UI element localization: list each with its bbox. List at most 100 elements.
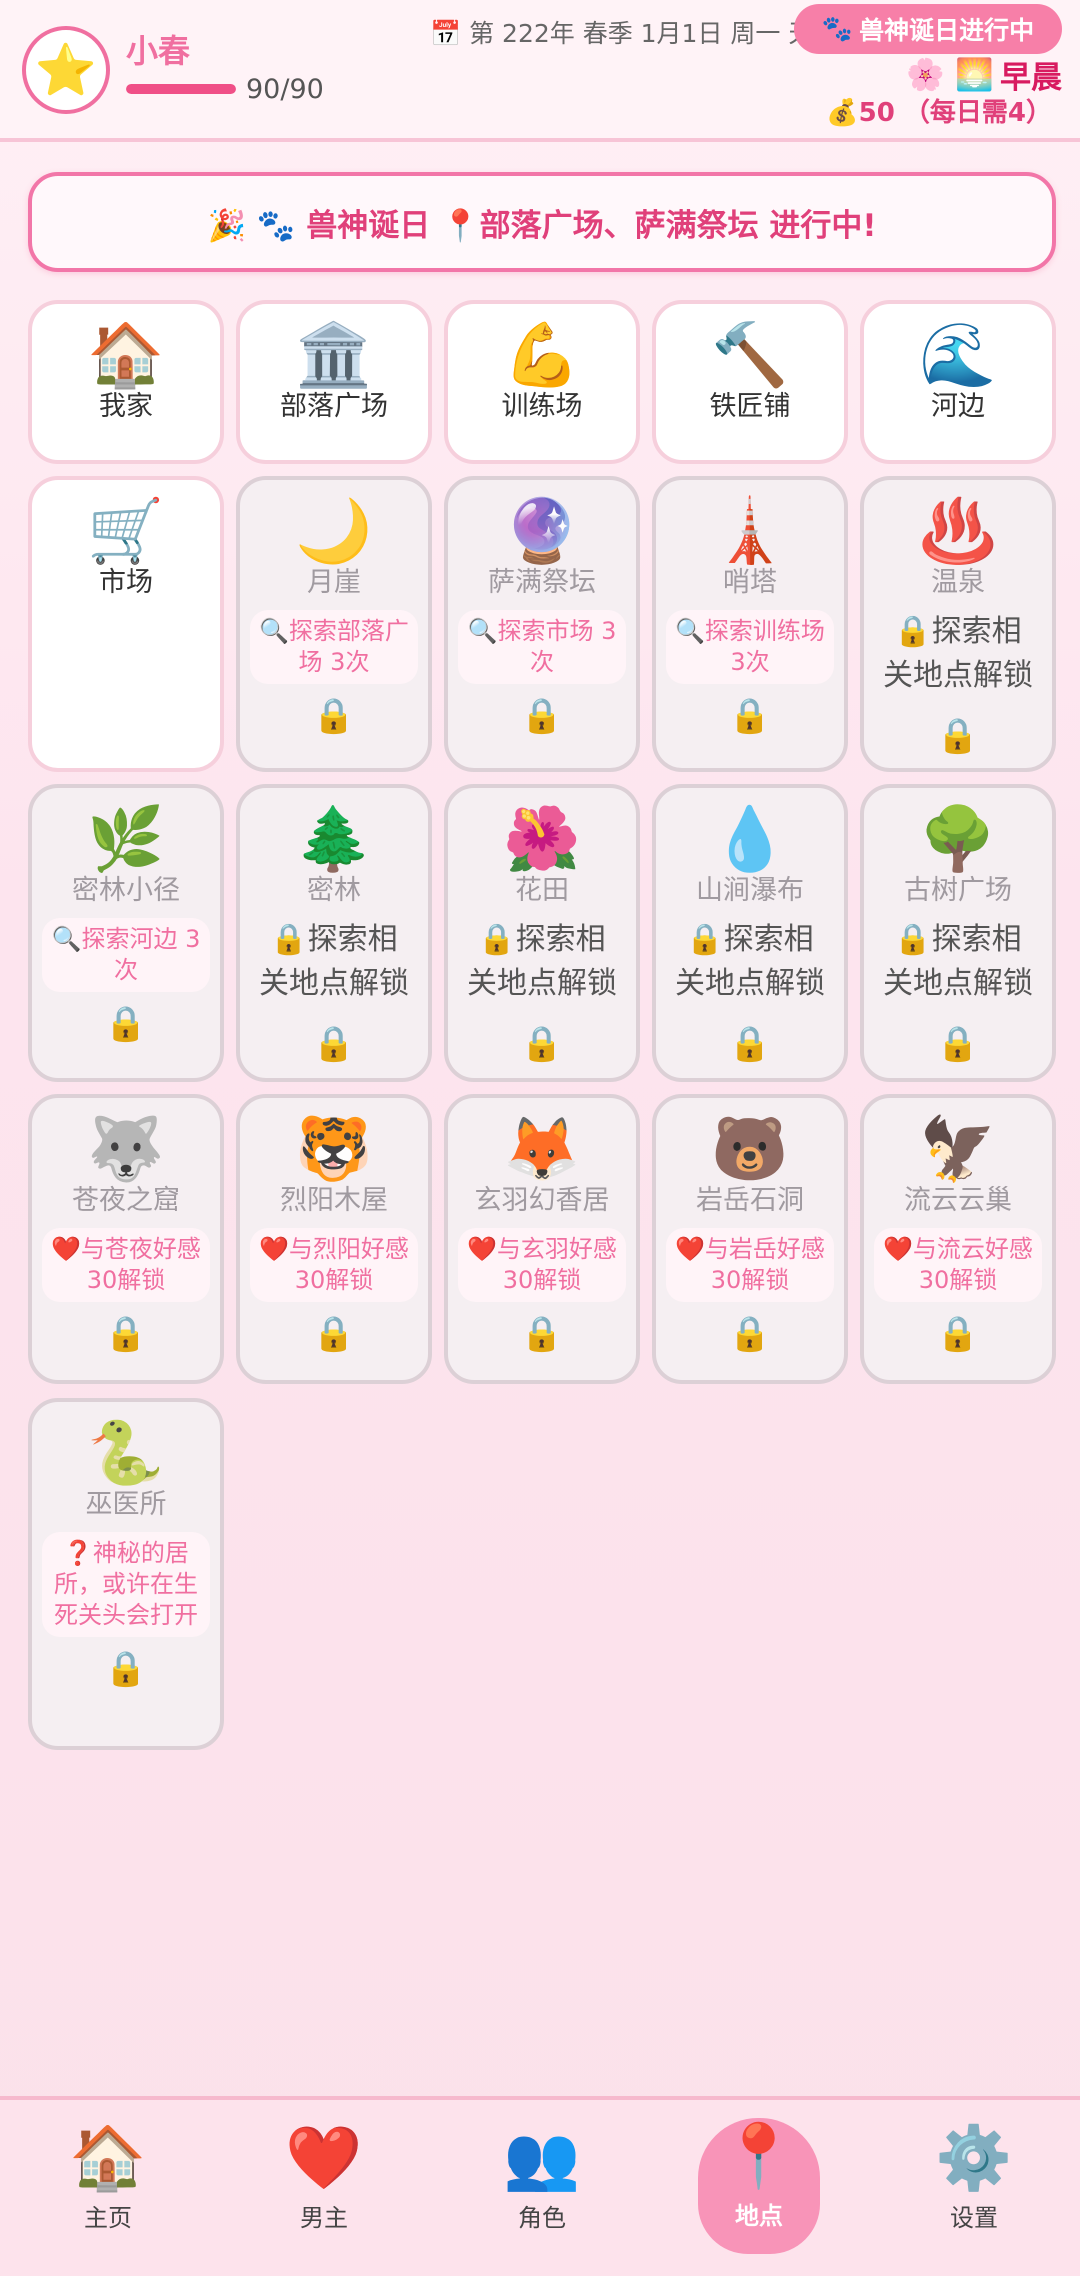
calendar-icon: 📅 bbox=[430, 19, 462, 48]
location-name: 部落广场 bbox=[280, 391, 388, 422]
nav-tab-label: 角色 bbox=[518, 2204, 566, 2232]
nav-tab-male-lead[interactable]: ❤️ 男主 bbox=[264, 2120, 384, 2244]
lock-icon: 🔒 bbox=[104, 1649, 148, 1689]
unlock-hint: ❤️与流云好感30解锁 bbox=[874, 1228, 1042, 1302]
location-card-shaman-altar[interactable]: 🔮 萨满祭坛 🔍探索市场 3次 🔒 bbox=[444, 476, 640, 772]
house-icon: 🏠 bbox=[69, 2121, 147, 2194]
location-name: 密林小径 bbox=[72, 875, 180, 906]
time-of-day: 🌸 🌅 早晨 bbox=[906, 52, 1062, 97]
location-name: 哨塔 bbox=[723, 567, 777, 598]
top-status-bar: ⭐ 小春 90/90 📅 第 222年 春季 1月1日 周一 天 🐾 兽神诞日进… bbox=[0, 0, 1080, 142]
unlock-hint: 🔒探索相关地点解锁 bbox=[883, 922, 1033, 1001]
event-badge[interactable]: 🐾 兽神诞日进行中 bbox=[794, 4, 1062, 54]
cangye-cave-icon: 🐺 bbox=[87, 1112, 165, 1185]
moon-cliff-icon: 🌙 bbox=[295, 494, 373, 567]
pin-icon: 📍 bbox=[720, 2119, 798, 2192]
player-name: 小春 bbox=[126, 32, 191, 70]
location-card-market[interactable]: 🛒 市场 bbox=[28, 476, 224, 772]
lock-icon: 🔒 bbox=[728, 1314, 772, 1354]
tribe-square-icon: 🏛️ bbox=[295, 318, 373, 391]
nav-tab-locations[interactable]: 📍 地点 bbox=[698, 2118, 820, 2254]
hp-bar-fill bbox=[126, 84, 236, 94]
location-card-lieyang-cabin[interactable]: 🐯 烈阳木屋 ❤️与烈阳好感30解锁 🔒 bbox=[236, 1094, 432, 1384]
yanyue-cave-icon: 🐻 bbox=[711, 1112, 789, 1185]
location-card-mountain-waterfall[interactable]: 💧 山涧瀑布 🔒探索相关地点解锁 🔒 bbox=[652, 784, 848, 1082]
unlock-hint: 🔒探索相关地点解锁 bbox=[675, 922, 825, 1001]
lock-icon: 🔒 bbox=[312, 696, 356, 736]
hp-value: 90/90 bbox=[246, 74, 324, 105]
sunrise-icon: 🌸 🌅 bbox=[906, 57, 994, 93]
location-name: 河边 bbox=[931, 391, 985, 422]
bottom-nav: 🏠 主页 ❤️ 男主 👥 角色 📍 地点 ⚙️ 设置 bbox=[0, 2096, 1080, 2276]
hp-bar bbox=[126, 84, 236, 94]
nav-tab-label: 主页 bbox=[84, 2204, 132, 2232]
date-text: 第 222年 春季 1月1日 周一 天 bbox=[469, 19, 814, 48]
dense-forest-icon: 🌲 bbox=[295, 802, 373, 875]
lock-icon: 🔒 bbox=[936, 1024, 980, 1064]
xuanyu-house-icon: 🦊 bbox=[503, 1112, 581, 1185]
location-name: 月崖 bbox=[307, 567, 361, 598]
nav-tab-characters[interactable]: 👥 角色 bbox=[482, 2120, 602, 2244]
nav-tab-label: 地点 bbox=[735, 2202, 783, 2230]
location-card-watchtower[interactable]: 🗼 哨塔 🔍探索训练场 3次 🔒 bbox=[652, 476, 848, 772]
lock-icon: 🔒 bbox=[104, 1314, 148, 1354]
location-card-ancient-tree-square[interactable]: 🌳 古树广场 🔒探索相关地点解锁 🔒 bbox=[860, 784, 1056, 1082]
unlock-hint: ❤️与烈阳好感30解锁 bbox=[250, 1228, 418, 1302]
location-card-blacksmith[interactable]: 🔨 铁匠铺 bbox=[652, 300, 848, 464]
avatar[interactable]: ⭐ bbox=[22, 26, 110, 114]
home-icon: 🏠 bbox=[87, 318, 165, 391]
location-card-moon-cliff[interactable]: 🌙 月崖 🔍探索部落广场 3次 🔒 bbox=[236, 476, 432, 772]
unlock-hint: ❤️与玄羽好感30解锁 bbox=[458, 1228, 626, 1302]
event-banner: 🎉 🐾 兽神诞日 📍部落广场、萨满祭坛 进行中! bbox=[28, 172, 1056, 272]
location-card-cangye-cave[interactable]: 🐺 苍夜之窟 ❤️与苍夜好感30解锁 🔒 bbox=[28, 1094, 224, 1384]
location-name: 玄羽幻香居 bbox=[474, 1185, 610, 1216]
location-name: 密林 bbox=[307, 875, 361, 906]
location-name: 萨满祭坛 bbox=[488, 567, 596, 598]
money-bag-icon: 💰 bbox=[826, 98, 859, 128]
mountain-waterfall-icon: 💧 bbox=[711, 802, 789, 875]
location-card-flower-field[interactable]: 🌺 花田 🔒探索相关地点解锁 🔒 bbox=[444, 784, 640, 1082]
unlock-hint: 🔒探索相关地点解锁 bbox=[467, 922, 617, 1001]
location-name: 烈阳木屋 bbox=[280, 1185, 388, 1216]
event-badge-label: 兽神诞日进行中 bbox=[859, 16, 1035, 45]
unlock-hint: 🔒探索相关地点解锁 bbox=[883, 614, 1033, 693]
watchtower-icon: 🗼 bbox=[711, 494, 789, 567]
time-of-day-label: 早晨 bbox=[1000, 60, 1062, 96]
location-name: 流云云巢 bbox=[904, 1185, 1012, 1216]
location-name: 苍夜之窟 bbox=[72, 1185, 180, 1216]
location-name: 温泉 bbox=[931, 567, 985, 598]
nav-tab-settings[interactable]: ⚙️ 设置 bbox=[914, 2120, 1034, 2244]
lock-icon: 🔒 bbox=[936, 716, 980, 756]
location-card-liuyun-nest[interactable]: 🦅 流云云巢 ❤️与流云好感30解锁 🔒 bbox=[860, 1094, 1056, 1384]
liuyun-nest-icon: 🦅 bbox=[919, 1112, 997, 1185]
location-card-home[interactable]: 🏠 我家 bbox=[28, 300, 224, 464]
date-display: 📅 第 222年 春季 1月1日 周一 天 bbox=[430, 14, 813, 50]
location-card-riverside[interactable]: 🌊 河边 bbox=[860, 300, 1056, 464]
location-card-hot-spring[interactable]: ♨️ 温泉 🔒探索相关地点解锁 🔒 bbox=[860, 476, 1056, 772]
lock-icon: 🔒 bbox=[728, 696, 772, 736]
unlock-hint: ❓神秘的居所，或许在生死关头会打开 bbox=[42, 1532, 210, 1637]
shaman-altar-icon: 🔮 bbox=[503, 494, 581, 567]
location-card-witch-doctor[interactable]: 🐍 巫医所 ❓神秘的居所，或许在生死关头会打开 🔒 bbox=[28, 1398, 224, 1750]
unlock-hint: ❤️与苍夜好感30解锁 bbox=[42, 1228, 210, 1302]
location-card-training-ground[interactable]: 💪 训练场 bbox=[444, 300, 640, 464]
star-icon: ⭐ bbox=[34, 41, 98, 99]
location-card-yanyue-cave[interactable]: 🐻 岩岳石洞 ❤️与岩岳好感30解锁 🔒 bbox=[652, 1094, 848, 1384]
location-name: 训练场 bbox=[501, 391, 583, 422]
location-card-tribe-square[interactable]: 🏛️ 部落广场 bbox=[236, 300, 432, 464]
location-card-dense-forest[interactable]: 🌲 密林 🔒探索相关地点解锁 🔒 bbox=[236, 784, 432, 1082]
lock-icon: 🔒 bbox=[520, 1314, 564, 1354]
lock-icon: 🔒 bbox=[936, 1314, 980, 1354]
unlock-hint: 🔍探索训练场 3次 bbox=[666, 610, 834, 684]
location-card-forest-path[interactable]: 🌿 密林小径 🔍探索河边 3次 🔒 bbox=[28, 784, 224, 1082]
lock-icon: 🔒 bbox=[104, 1004, 148, 1044]
location-card-xuanyu-house[interactable]: 🦊 玄羽幻香居 ❤️与玄羽好感30解锁 🔒 bbox=[444, 1094, 640, 1384]
lock-icon: 🔒 bbox=[728, 1024, 772, 1064]
paw-icon: 🐾 bbox=[821, 14, 854, 43]
money-display: 💰50 （每日需4） bbox=[826, 92, 1052, 129]
heart-icon: ❤️ bbox=[285, 2121, 363, 2194]
location-name: 古树广场 bbox=[904, 875, 1012, 906]
nav-tab-home[interactable]: 🏠 主页 bbox=[48, 2120, 168, 2244]
unlock-hint: 🔒探索相关地点解锁 bbox=[259, 922, 409, 1001]
location-name: 花田 bbox=[515, 875, 569, 906]
